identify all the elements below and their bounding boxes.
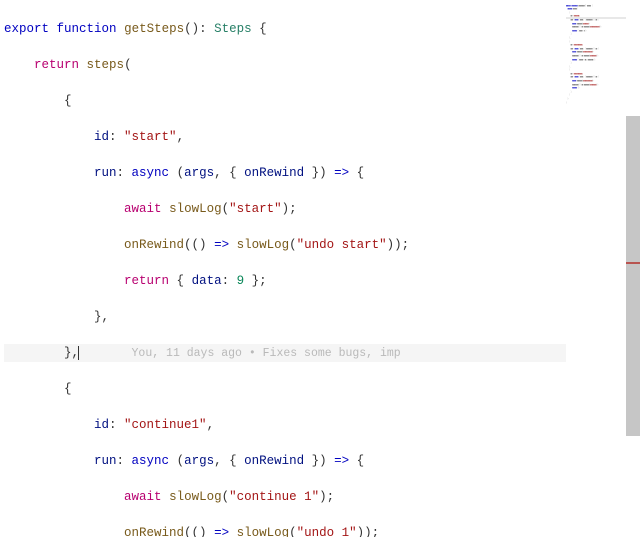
- code-line[interactable]: run: async (args, { onRewind }) => {: [4, 452, 566, 470]
- param-onrewind: onRewind: [244, 454, 304, 468]
- kw-function: function: [57, 22, 117, 36]
- code-line[interactable]: {: [4, 92, 566, 110]
- kw-return: return: [124, 274, 169, 288]
- code-line-active[interactable]: }, You, 11 days ago • Fixes some bugs, i…: [4, 344, 566, 362]
- prop-run: run: [94, 166, 117, 180]
- kw-async: async: [132, 166, 170, 180]
- str: "undo start": [297, 238, 387, 252]
- arrow: =>: [214, 526, 229, 537]
- call-onrewind: onRewind: [124, 526, 184, 537]
- call-steps: steps: [87, 58, 125, 72]
- fn-name: getSteps: [124, 22, 184, 36]
- param-onrewind: onRewind: [244, 166, 304, 180]
- code-line[interactable]: export function getSteps(): Steps {: [4, 20, 566, 38]
- str: "continue 1": [229, 490, 319, 504]
- str: "continue1": [124, 418, 207, 432]
- vertical-scrollbar[interactable]: [626, 0, 640, 537]
- arrow: =>: [214, 238, 229, 252]
- code-line[interactable]: run: async (args, { onRewind }) => {: [4, 164, 566, 182]
- arrow: =>: [334, 166, 349, 180]
- call-slowlog: slowLog: [169, 490, 222, 504]
- code-line[interactable]: return steps(: [4, 56, 566, 74]
- kw-return: return: [34, 58, 79, 72]
- prop-id: id: [94, 418, 109, 432]
- str: "start": [229, 202, 282, 216]
- prop-run: run: [94, 454, 117, 468]
- minimap-cursor-line: [566, 17, 626, 19]
- kw-await: await: [124, 490, 162, 504]
- code-editor[interactable]: export function getSteps(): Steps { retu…: [0, 0, 566, 537]
- scrollbar-thumb[interactable]: [626, 116, 640, 436]
- minimap[interactable]: ██████ ████████ ████████() █████ { █████…: [566, 0, 626, 537]
- kw-export: export: [4, 22, 49, 36]
- kw-await: await: [124, 202, 162, 216]
- kw-async: async: [132, 454, 170, 468]
- code-line[interactable]: id: "start",: [4, 128, 566, 146]
- code-line[interactable]: },: [4, 308, 566, 326]
- return-type: Steps: [214, 22, 252, 36]
- call-slowlog: slowLog: [237, 238, 290, 252]
- vscode-window: export function getSteps(): Steps { retu…: [0, 0, 640, 537]
- code-line[interactable]: onRewind(() => slowLog("undo start"));: [4, 236, 566, 254]
- text-cursor: [78, 346, 79, 360]
- code-line[interactable]: return { data: 9 };: [4, 272, 566, 290]
- code-line[interactable]: id: "continue1",: [4, 416, 566, 434]
- scrollbar-change-marker: [626, 262, 640, 264]
- call-slowlog: slowLog: [237, 526, 290, 537]
- num: 9: [237, 274, 245, 288]
- code-line[interactable]: {: [4, 380, 566, 398]
- code-line[interactable]: await slowLog("continue 1");: [4, 488, 566, 506]
- code-line[interactable]: await slowLog("start");: [4, 200, 566, 218]
- arrow: =>: [334, 454, 349, 468]
- prop-id: id: [94, 130, 109, 144]
- str: "undo 1": [297, 526, 357, 537]
- prop-data: data: [192, 274, 222, 288]
- param-args: args: [184, 454, 214, 468]
- call-onrewind: onRewind: [124, 238, 184, 252]
- call-slowlog: slowLog: [169, 202, 222, 216]
- code-line[interactable]: onRewind(() => slowLog("undo 1"));: [4, 524, 566, 537]
- str: "start": [124, 130, 177, 144]
- param-args: args: [184, 166, 214, 180]
- git-blame-lens[interactable]: You, 11 days ago • Fixes some bugs, imp: [132, 347, 401, 360]
